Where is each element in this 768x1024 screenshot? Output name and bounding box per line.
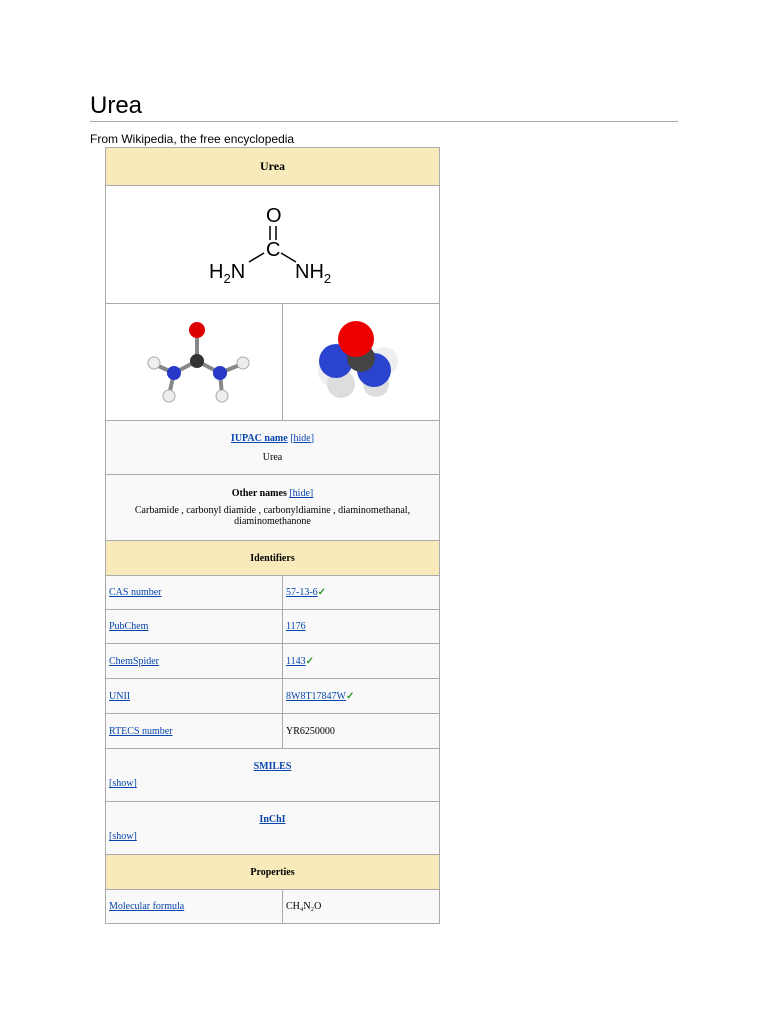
infobox-title: Urea bbox=[105, 147, 440, 186]
verified-check-icon: ✓ bbox=[305, 655, 315, 667]
iupac-name-value: Urea bbox=[262, 451, 283, 463]
inchi-section: InChI [show] bbox=[105, 801, 440, 855]
chembox-infobox: Urea O C H2N NH2 IUPAC name [hide] Urea … bbox=[105, 147, 440, 924]
molecular-formula-value: CH₄N₂O bbox=[282, 889, 440, 924]
iupac-hide-toggle[interactable]: [hide] bbox=[290, 433, 314, 444]
identifier-label-link[interactable]: RTECS number bbox=[109, 726, 173, 737]
space-filling-model bbox=[282, 303, 440, 421]
identifiers-header: Identifiers bbox=[105, 540, 440, 576]
identifier-value-link[interactable]: 57-13-6 bbox=[286, 587, 318, 598]
smiles-show-toggle[interactable]: [show] bbox=[109, 778, 137, 789]
inchi-show-toggle[interactable]: [show] bbox=[109, 831, 137, 842]
other-names-value: Carbamide , carbonyl diamide , carbonyld… bbox=[134, 505, 411, 527]
identifier-value-link[interactable]: 8W8T17847W bbox=[286, 691, 346, 702]
title-divider bbox=[90, 121, 678, 122]
svg-text:H2N: H2N bbox=[209, 261, 245, 286]
identifier-row: CAS number 57-13-6✓ bbox=[105, 575, 440, 610]
other-names-label: Other names bbox=[231, 488, 287, 499]
inchi-link[interactable]: InChI bbox=[259, 814, 285, 825]
verified-check-icon: ✓ bbox=[346, 690, 355, 702]
ball-and-stick-model bbox=[105, 303, 283, 421]
identifier-label-link[interactable]: ChemSpider bbox=[109, 656, 159, 667]
svg-text:C: C bbox=[266, 239, 280, 261]
molecular-formula-link[interactable]: Molecular formula bbox=[109, 901, 184, 912]
other-names-hide-toggle[interactable]: [hide] bbox=[289, 488, 313, 499]
identifier-value: YR6250000 bbox=[282, 713, 440, 749]
smiles-section: SMILES [show] bbox=[105, 748, 440, 802]
other-names-section: Other names [hide] Carbamide , carbonyl … bbox=[105, 474, 440, 541]
identifier-label-link[interactable]: CAS number bbox=[109, 587, 162, 598]
identifier-label-link[interactable]: UNII bbox=[109, 691, 130, 702]
iupac-name-section: IUPAC name [hide] Urea bbox=[105, 420, 440, 475]
page-title: Urea bbox=[90, 92, 143, 119]
svg-text:O: O bbox=[266, 205, 282, 227]
identifier-row: ChemSpider 1143✓ bbox=[105, 643, 440, 679]
identifier-value-link[interactable]: 1143 bbox=[286, 656, 306, 667]
svg-text:NH2: NH2 bbox=[295, 261, 331, 286]
urea-skeletal-structure: O C H2N NH2 bbox=[209, 205, 331, 286]
identifier-row: RTECS number YR6250000 bbox=[105, 713, 440, 749]
identifier-row: PubChem 1176 bbox=[105, 609, 440, 644]
verified-check-icon: ✓ bbox=[317, 587, 327, 598]
property-row: Molecular formula CH₄N₂O bbox=[105, 889, 440, 924]
identifier-label-link[interactable]: PubChem bbox=[109, 621, 148, 632]
properties-header: Properties bbox=[105, 854, 440, 890]
smiles-link[interactable]: SMILES bbox=[254, 761, 292, 772]
iupac-name-link[interactable]: IUPAC name bbox=[231, 433, 288, 444]
identifier-value-link[interactable]: 1176 bbox=[286, 621, 306, 632]
structural-formula-image: O C H2N NH2 bbox=[105, 185, 440, 304]
page-subtitle: From Wikipedia, the free encyclopedia bbox=[90, 132, 295, 146]
identifier-row: UNII 8W8T17847W✓ bbox=[105, 678, 440, 714]
